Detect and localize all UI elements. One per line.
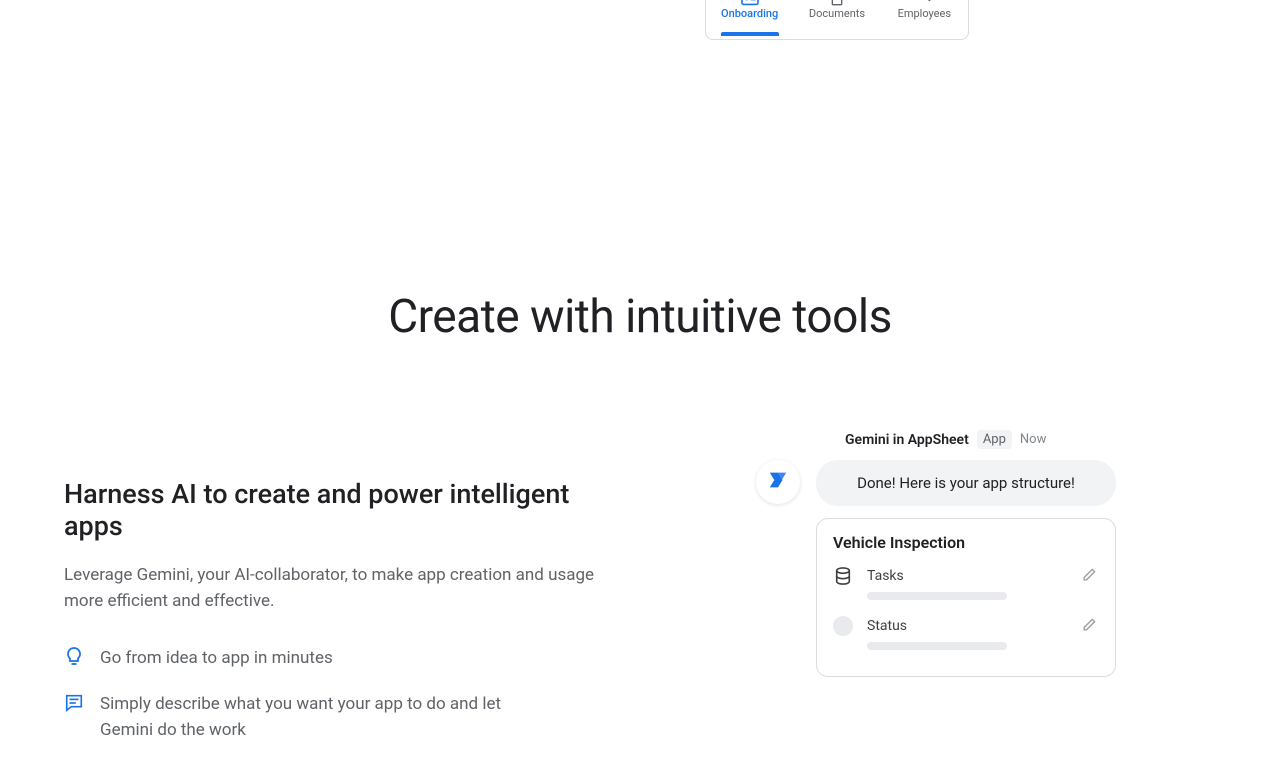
gemini-header: Gemini in AppSheet App Now — [845, 430, 1046, 449]
hero-heading: Create with intuitive tools — [0, 290, 1280, 344]
tab-label: Onboarding — [721, 7, 778, 20]
bullet-text: Simply describe what you want your app t… — [100, 691, 520, 744]
tab-label: Employees — [898, 7, 951, 20]
document-icon — [827, 0, 847, 5]
card-row-status: Status — [833, 616, 1099, 636]
row-label: Status — [867, 618, 1081, 634]
feature-title: Harness AI to create and power intellige… — [64, 478, 624, 542]
tab-label: Documents — [809, 7, 865, 20]
edit-icon[interactable] — [1081, 567, 1099, 585]
skeleton-line — [867, 642, 1007, 650]
feature-section: Harness AI to create and power intellige… — [64, 478, 624, 764]
feature-lead: Leverage Gemini, your AI-collaborator, t… — [64, 562, 624, 615]
bullet-text: Go from idea to app in minutes — [100, 645, 333, 671]
card-row-tasks: Tasks — [833, 566, 1099, 586]
bullet-item: Go from idea to app in minutes — [64, 645, 624, 671]
lightbulb-icon — [64, 647, 84, 667]
gemini-timestamp: Now — [1020, 432, 1046, 447]
placeholder-icon — [833, 616, 853, 636]
appsheet-logo-icon — [767, 469, 789, 495]
tab-employees[interactable]: Employees — [884, 0, 964, 20]
checklist-icon — [914, 0, 934, 5]
tabs-card: Onboarding Documents Employees — [705, 0, 969, 40]
appsheet-avatar — [756, 460, 800, 504]
tab-documents[interactable]: Documents — [797, 0, 877, 20]
skeleton-line — [867, 592, 1007, 600]
gemini-title: Gemini in AppSheet — [845, 432, 969, 448]
feature-bullets: Go from idea to app in minutes Simply de… — [64, 645, 624, 744]
tab-onboarding[interactable]: Onboarding — [710, 0, 790, 20]
database-icon — [833, 566, 853, 586]
gemini-message-text: Done! Here is your app structure! — [857, 474, 1075, 492]
row-label: Tasks — [867, 568, 1081, 584]
app-structure-card: Vehicle Inspection Tasks Status — [816, 518, 1116, 677]
bullet-item: Simply describe what you want your app t… — [64, 691, 624, 744]
gemini-message-bubble: Done! Here is your app structure! — [816, 460, 1116, 506]
id-card-icon — [740, 0, 760, 5]
card-title: Vehicle Inspection — [833, 533, 1099, 552]
edit-icon[interactable] — [1081, 617, 1099, 635]
chat-icon — [64, 693, 84, 713]
gemini-badge: App — [977, 430, 1012, 449]
